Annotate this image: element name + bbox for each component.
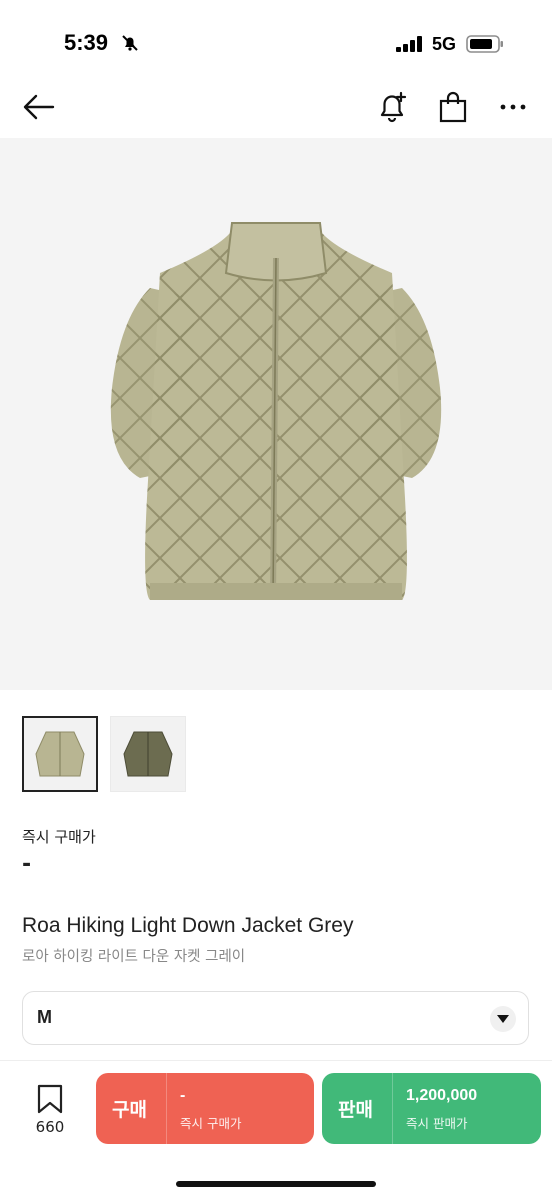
instant-buy-label: 즉시 구매가 [22, 828, 96, 846]
battery-icon [466, 35, 504, 57]
thumbnail-dark[interactable] [110, 716, 186, 792]
instant-buy-price: - [22, 852, 32, 877]
product-image[interactable] [0, 138, 552, 690]
chevron-down-icon [490, 1006, 516, 1032]
sell-sub-label: 즉시 판매가 [406, 1116, 468, 1131]
buy-sub-label: 즉시 구매가 [180, 1116, 242, 1131]
size-selected-value: M [37, 1007, 52, 1027]
wishlist-button[interactable]: 660 [28, 1084, 72, 1138]
sell-label: 판매 [338, 1099, 373, 1121]
cellular-signal-icon [396, 36, 424, 56]
product-name-korean: 로아 하이킹 라이트 다운 자켓 그레이 [22, 949, 246, 965]
more-options-icon[interactable] [494, 88, 532, 126]
product-name: Roa Hiking Light Down Jacket Grey [22, 914, 354, 937]
buy-divider [166, 1073, 167, 1144]
wishlist-count: 660 [35, 1118, 65, 1136]
size-select[interactable]: M [22, 991, 529, 1045]
buy-button[interactable]: 구매 - 즉시 구매가 [96, 1073, 314, 1144]
buy-label: 구매 [112, 1099, 147, 1121]
sell-price: 1,200,000 [406, 1087, 478, 1104]
bookmark-icon [37, 1084, 63, 1114]
shopping-bag-icon[interactable] [434, 88, 472, 126]
back-arrow-icon[interactable] [20, 88, 58, 126]
sell-divider [392, 1073, 393, 1144]
sell-button[interactable]: 판매 1,200,000 즉시 판매가 [322, 1073, 541, 1144]
bell-muted-icon [120, 33, 140, 57]
buy-price: - [180, 1087, 186, 1104]
status-time: 5:39 [64, 30, 109, 55]
bell-plus-icon[interactable] [374, 88, 412, 126]
network-type: 5G [432, 34, 457, 54]
home-indicator[interactable] [176, 1181, 376, 1187]
thumbnail-light[interactable] [22, 716, 98, 792]
